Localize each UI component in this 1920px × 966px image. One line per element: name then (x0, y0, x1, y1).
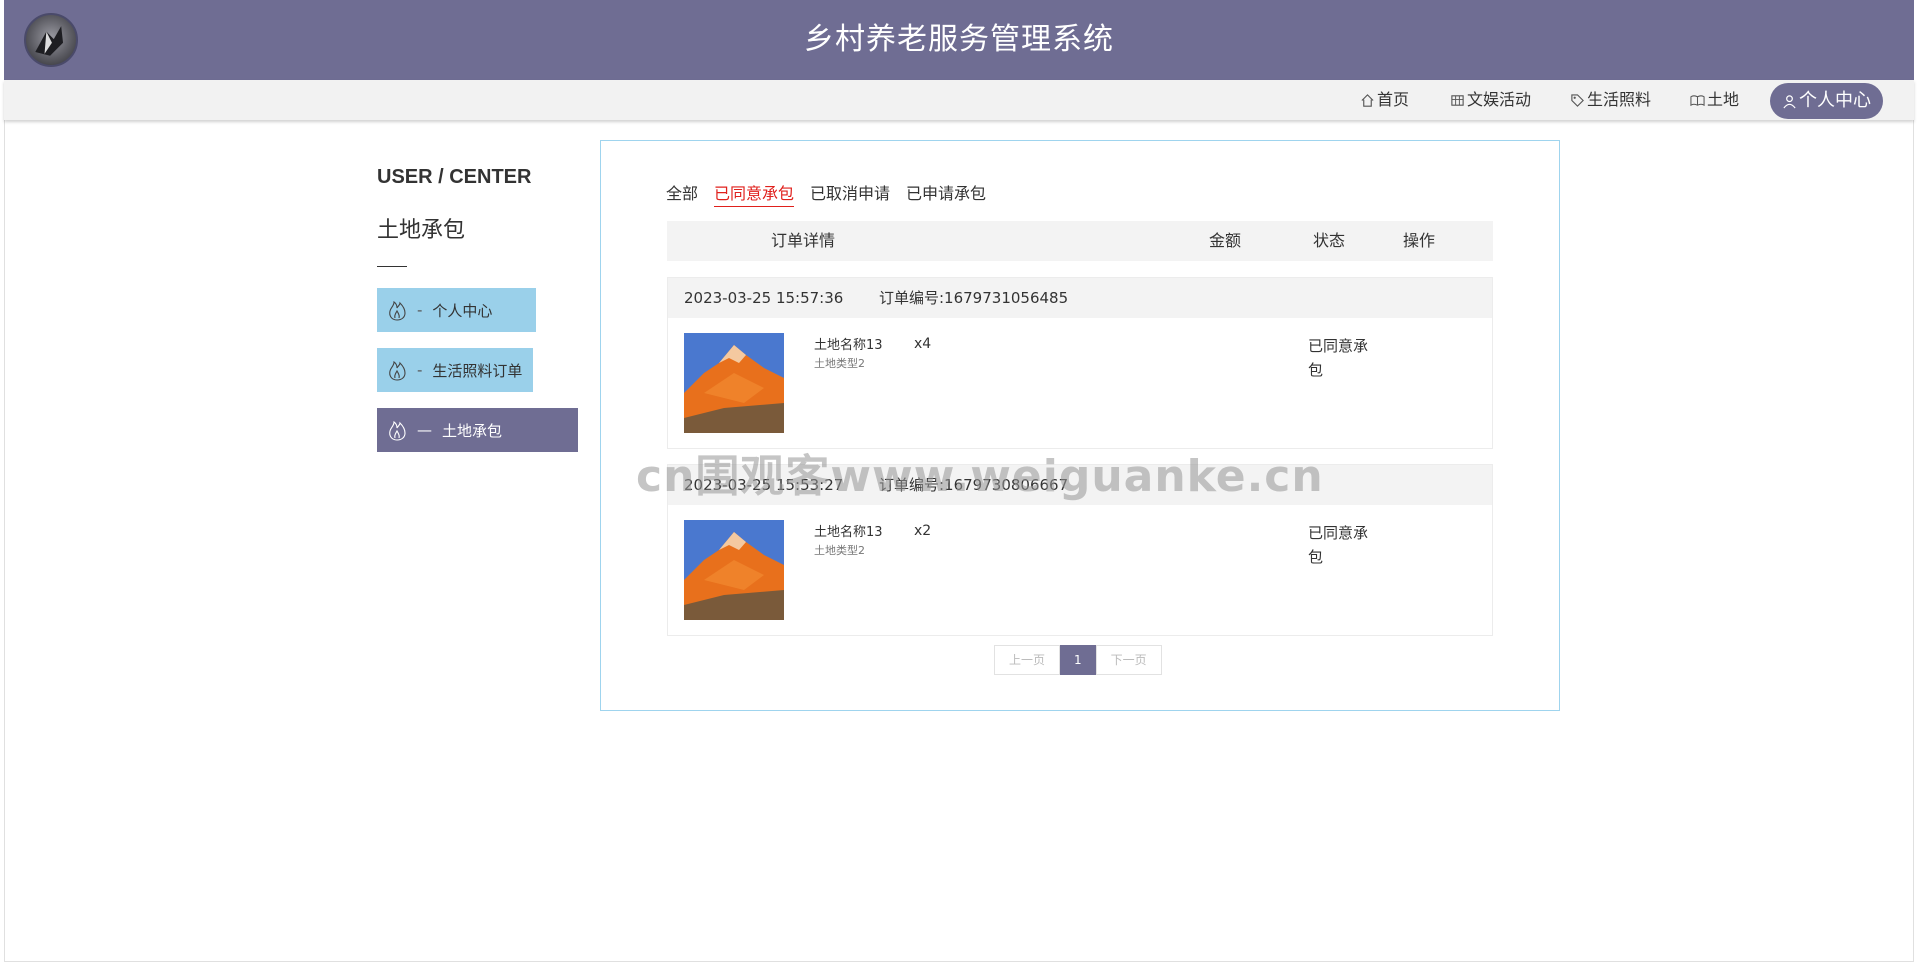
book-icon (1690, 94, 1705, 106)
sidebar-item-label: 生活照料订单 (432, 361, 523, 380)
land-thumbnail[interactable] (684, 520, 784, 620)
nav-item-home[interactable]: 首页 (1360, 80, 1409, 120)
flame-icon (389, 300, 406, 321)
column-header-details: 订单详情 (771, 231, 836, 250)
sidebar-title-cn: 土地承包 (377, 218, 466, 243)
land-type: 土地类型2 (814, 544, 865, 557)
column-header-status: 状态 (1313, 231, 1346, 250)
land-name: 土地名称13 (814, 525, 883, 540)
sidebar-item-label: 个人中心 (432, 301, 493, 320)
sidebar-item-care-orders[interactable]: - 生活照料订单 (377, 348, 533, 392)
sidebar-item-dash: - (417, 301, 423, 319)
nav-item-label: 生活照料 (1587, 90, 1652, 109)
order-number: 订单编号:1679730806667 (879, 476, 1069, 494)
sidebar-item-label: 土地承包 (442, 421, 503, 440)
nav-item-label: 文娱活动 (1467, 90, 1532, 109)
tag-icon (1571, 93, 1584, 107)
sidebar-item-dash: - (417, 361, 423, 379)
order-number: 订单编号:1679731056485 (879, 289, 1069, 307)
nav-item-land[interactable]: 土地 (1690, 80, 1739, 120)
sidebar-item-user-center[interactable]: - 个人中心 (377, 288, 536, 332)
order-quantity: x2 (914, 523, 932, 539)
nav-item-care[interactable]: 生活照料 (1570, 80, 1651, 120)
prev-page-button[interactable]: 上一页 (994, 645, 1061, 675)
order-time: 2023-03-25 15:53:27 (684, 476, 844, 494)
nav-item-label: 个人中心 (1799, 90, 1871, 111)
grid-icon (1451, 94, 1464, 106)
land-type: 土地类型2 (814, 357, 865, 370)
order-time: 2023-03-25 15:57:36 (684, 289, 844, 307)
pagination: 上一页 1 下一页 (994, 645, 1162, 675)
nav-item-activities[interactable]: 文娱活动 (1450, 80, 1531, 120)
order-header: 2023-03-25 15:57:36 订单编号:1679731056485 (668, 278, 1492, 318)
page-number-button[interactable]: 1 (1060, 645, 1096, 675)
table-header: 订单详情 金额 状态 操作 (667, 221, 1493, 261)
nav-item-label: 首页 (1377, 90, 1410, 109)
order-quantity: x4 (914, 336, 932, 352)
header: 乡村养老服务管理系统 (4, 0, 1914, 80)
flame-icon (389, 420, 406, 441)
next-page-button[interactable]: 下一页 (1095, 645, 1162, 675)
nav-item-user-center[interactable]: 个人中心 (1770, 83, 1883, 119)
sidebar-divider (377, 266, 407, 267)
column-header-amount: 金额 (1209, 231, 1242, 250)
tab-cancelled[interactable]: 已取消申请 (810, 180, 890, 207)
sidebar-item-land-contract[interactable]: — 土地承包 (377, 408, 578, 452)
column-header-actions: 操作 (1403, 231, 1436, 250)
order-header: 2023-03-25 15:53:27 订单编号:1679730806667 (668, 465, 1492, 505)
nav-item-label: 土地 (1707, 90, 1740, 109)
order-card: 2023-03-25 15:53:27 订单编号:1679730806667 土… (667, 464, 1493, 636)
tab-approved[interactable]: 已同意承包 (714, 180, 795, 207)
site-title: 乡村养老服务管理系统 (804, 22, 1114, 57)
tab-all[interactable]: 全部 (666, 180, 698, 207)
land-thumbnail[interactable] (684, 333, 784, 433)
sidebar-title-en: USER / CENTER (377, 166, 532, 188)
flame-icon (389, 360, 406, 381)
sidebar-item-dash: — (417, 421, 432, 439)
user-icon (1783, 94, 1796, 108)
order-card: 2023-03-25 15:57:36 订单编号:1679731056485 土… (667, 277, 1493, 449)
top-navbar: 首页 文娱活动 生活照料 土地 个人中心 (4, 80, 1914, 120)
home-icon (1361, 93, 1374, 107)
order-status: 已同意承包 (1308, 337, 1369, 379)
land-name: 土地名称13 (814, 338, 883, 353)
tab-applied[interactable]: 已申请承包 (906, 180, 986, 207)
order-status: 已同意承包 (1308, 524, 1369, 566)
status-tabs: 全部 已同意承包 已取消申请 已申请承包 (666, 180, 986, 207)
